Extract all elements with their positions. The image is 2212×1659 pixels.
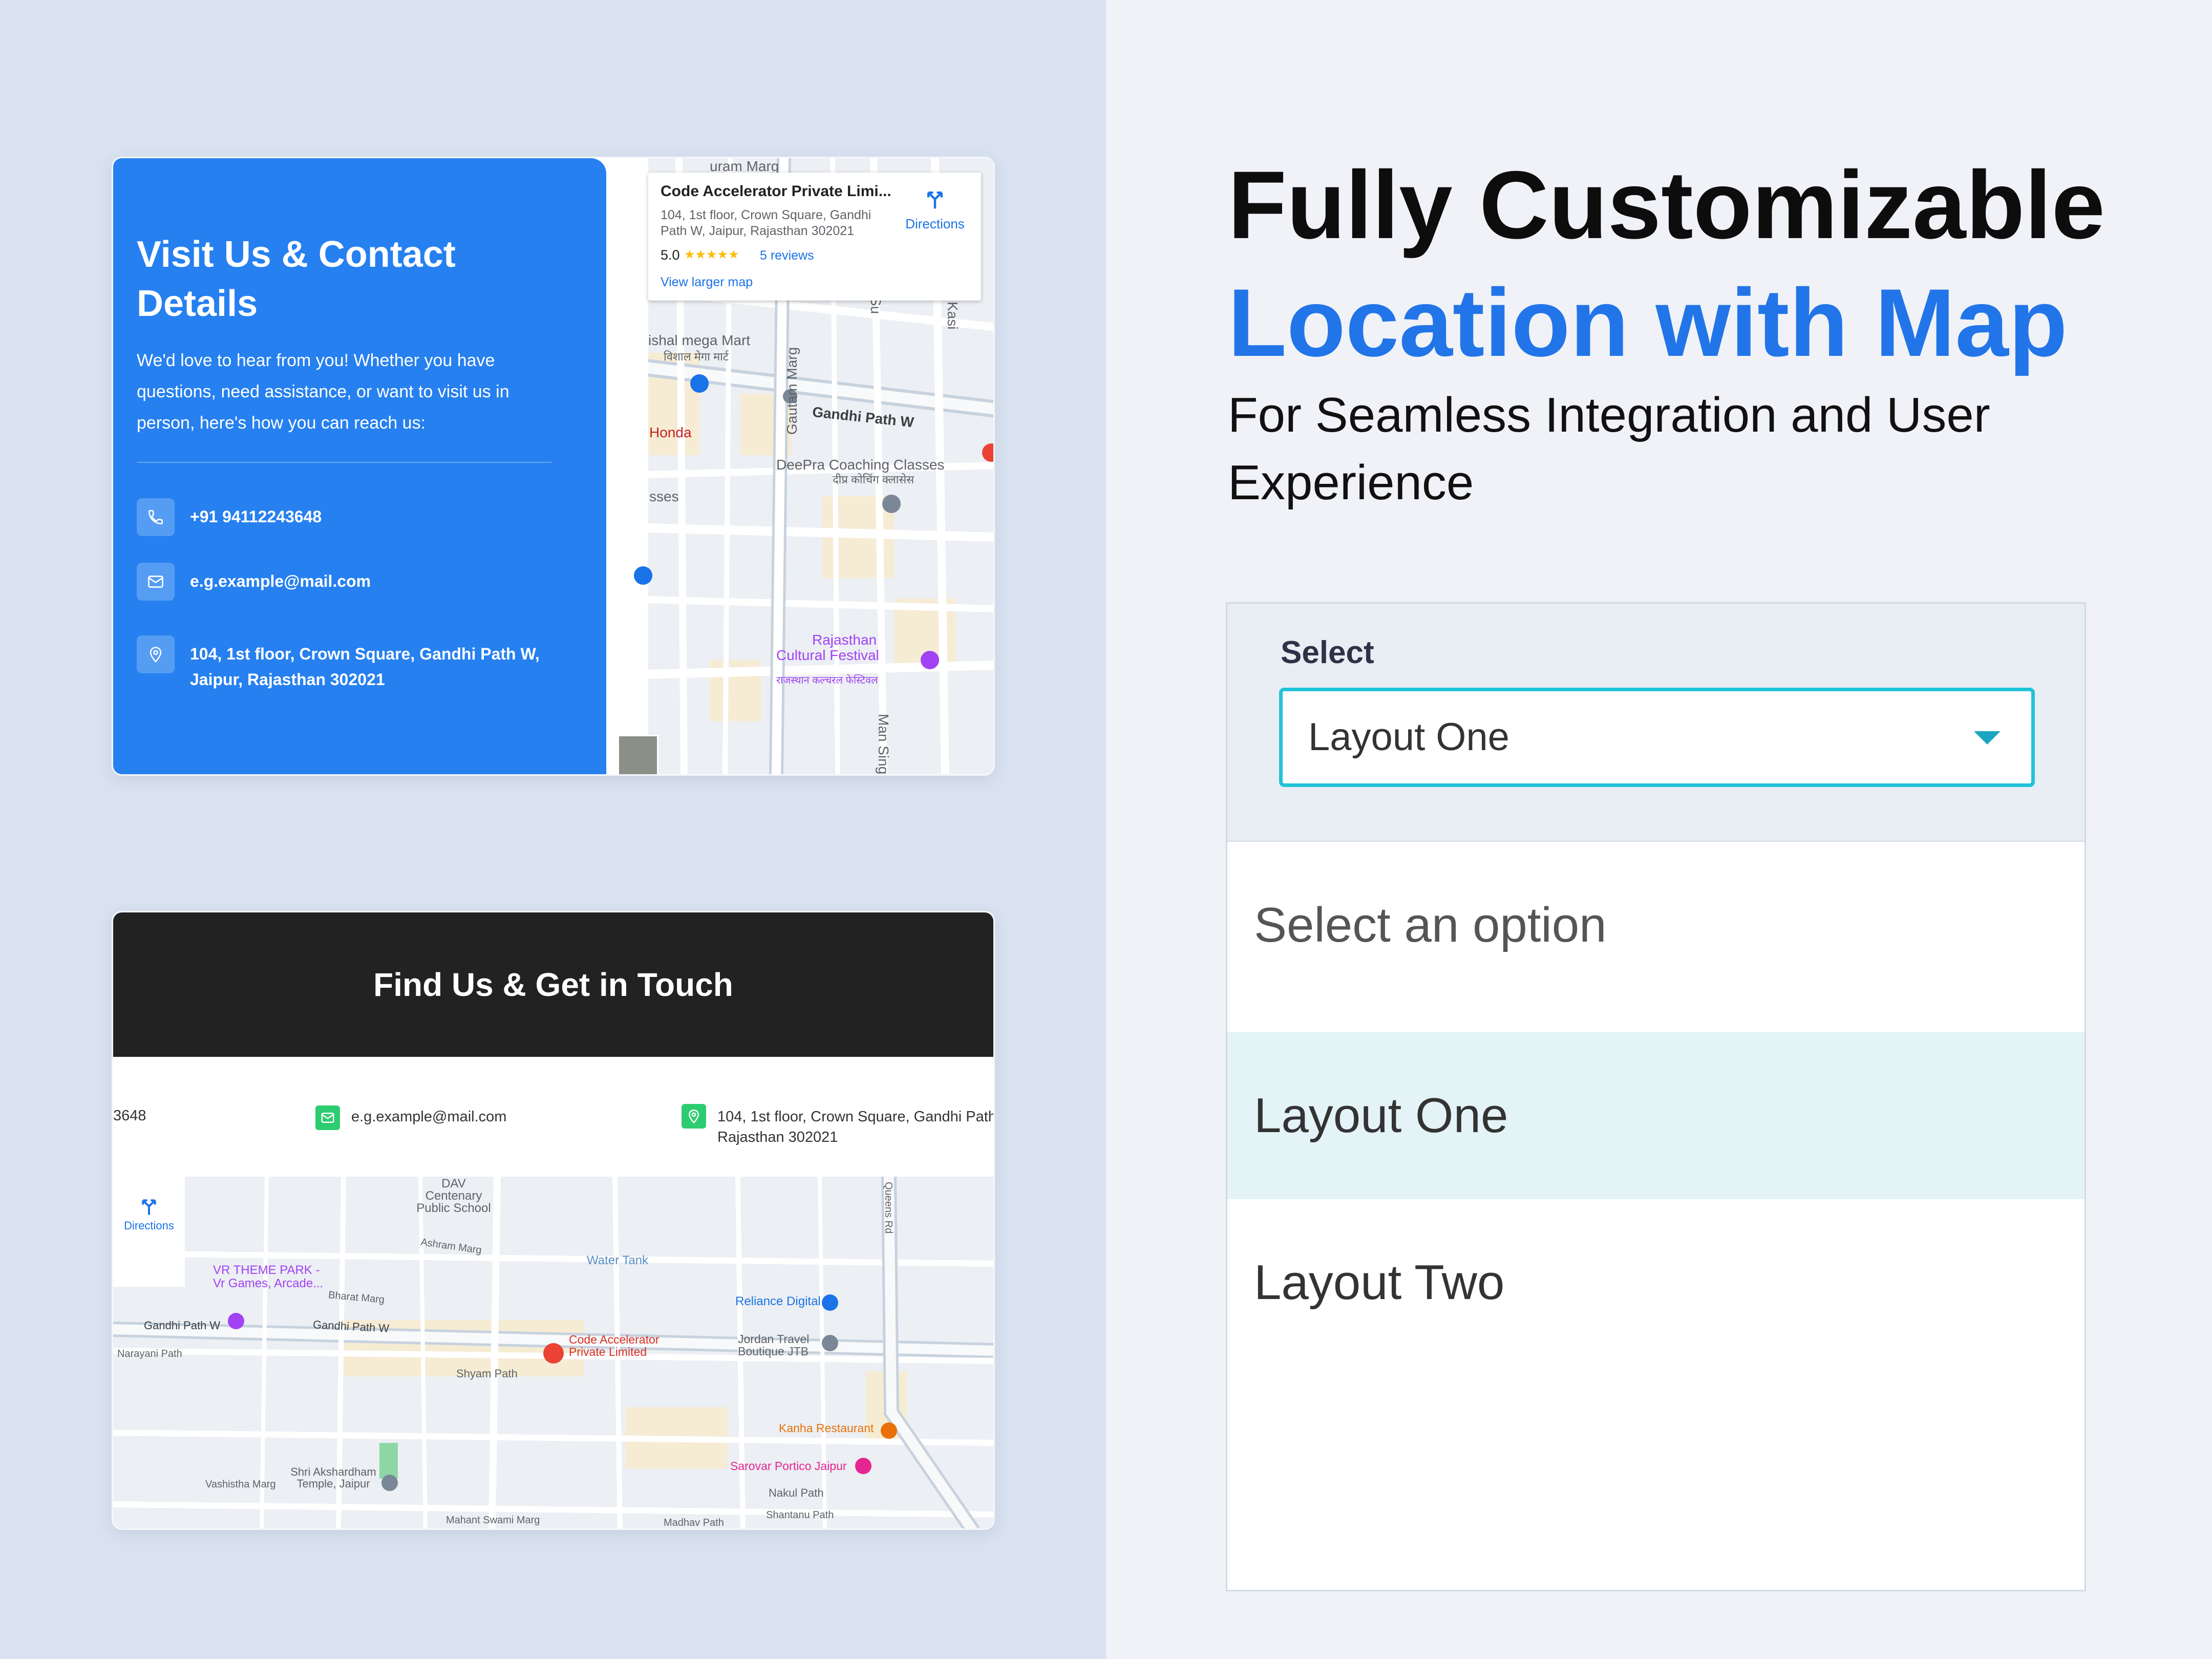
option-layout-two[interactable]: Layout Two: [1227, 1199, 2085, 1366]
map-label: विशाल मेगा मार्ट: [664, 350, 729, 363]
map-label: sses: [649, 488, 679, 504]
map-label: DAV Centenary Public School: [416, 1177, 491, 1215]
contact-address-line-1[interactable]: 104, 1st floor, Crown Square, Gandhi Pat…: [717, 1107, 993, 1127]
directions-label: Directions: [905, 216, 965, 231]
map-streets: [113, 1177, 993, 1528]
contact-email-row[interactable]: e.g.example@mail.com: [137, 563, 371, 601]
map-label: Cultural Festival: [776, 647, 879, 663]
reviews-link[interactable]: 5 reviews: [760, 248, 814, 263]
layout-two-preview: Find Us & Get in Touch 3648 e.g.example@…: [112, 911, 995, 1530]
layout-select[interactable]: Layout One: [1279, 688, 2035, 787]
contact-intro: We'd love to hear from you! Whether you …: [137, 351, 509, 433]
subheadline: For Seamless Integration and User Experi…: [1228, 388, 1990, 510]
place-name: Code Accelerator Private Limi...: [661, 183, 891, 200]
contact-email[interactable]: e.g.example@mail.com: [351, 1107, 506, 1127]
contact-panel: Visit Us & Contact Details We'd love to …: [113, 158, 606, 774]
map-label: Nakul Path: [769, 1486, 824, 1499]
directions-label: Directions: [124, 1219, 174, 1232]
divider: [137, 462, 551, 463]
map-label: Kanha Restaurant: [779, 1421, 874, 1435]
select-value: Layout One: [1308, 715, 1509, 759]
map-label: Shyam Path: [456, 1367, 518, 1380]
map-label: Gandhi Path W: [144, 1319, 221, 1332]
card-title: Find Us & Get in Touch: [373, 966, 733, 1003]
option-layout-one[interactable]: Layout One: [1227, 1032, 2085, 1199]
festival-marker-icon: [921, 651, 939, 669]
map-label: Water Tank: [587, 1253, 649, 1267]
map-place-card: Code Accelerator Private Limi... 104, 1s…: [648, 173, 981, 301]
lock-marker-icon: [634, 566, 652, 585]
shop-marker-icon: [822, 1294, 838, 1311]
map-label: DeePra Coaching Classes: [776, 457, 945, 473]
map-label: Gautam Marg: [784, 347, 800, 435]
map-label: Shantanu Path: [766, 1509, 834, 1521]
map-label: Sarovar Portico Jaipur: [730, 1459, 847, 1473]
restaurant-marker-icon: [881, 1422, 897, 1439]
map-label: Narayani Path: [117, 1348, 182, 1359]
satellite-toggle[interactable]: [618, 735, 658, 774]
map-label: Kasi: [945, 302, 961, 330]
contact-title: Visit Us & Contact Details: [137, 234, 456, 324]
address-line-2: Jaipur, Rajasthan 302021: [190, 670, 385, 689]
mail-icon: [137, 563, 175, 601]
map-label: Reliance Digital: [735, 1294, 821, 1308]
select-label: Select: [1281, 635, 1374, 670]
location-marker-icon: [543, 1343, 564, 1364]
place-rating: 5.0: [661, 247, 680, 263]
mail-icon: [315, 1105, 340, 1130]
map-label: Shri Akshardham Temple, Jaipur: [290, 1465, 376, 1490]
map-label: Queens Rd: [883, 1182, 894, 1234]
embedded-map[interactable]: ishal mega Mart विशाल मेगा मार्ट Gautam …: [607, 158, 993, 776]
headline: Fully Customizable: [1228, 151, 2105, 259]
card-header: Find Us & Get in Touch: [113, 912, 993, 1057]
map-label: Code Accelerator Private Limited: [569, 1333, 660, 1358]
directions-button[interactable]: Directions: [899, 188, 971, 232]
park-marker-icon: [228, 1313, 244, 1329]
map-label: Rajasthan: [812, 632, 877, 648]
contact-address-line-2: Rajasthan 302021: [717, 1129, 838, 1145]
map-label: Jordan Travel Boutique JTB: [738, 1332, 810, 1358]
layout-select-widget: Select Layout One Select an option Layou…: [1226, 602, 2086, 1591]
map-label: Honda: [649, 424, 692, 440]
select-header: Select Layout One: [1227, 604, 2085, 842]
layout-one-preview: Visit Us & Contact Details We'd love to …: [112, 157, 995, 776]
directions-icon: [927, 191, 943, 209]
left-panel: Visit Us & Contact Details We'd love to …: [0, 0, 1106, 1659]
contact-phone-row[interactable]: +91 94112243648: [137, 498, 322, 536]
directions-icon: [142, 1199, 156, 1215]
map-label: Mahant Swami Marg: [446, 1515, 540, 1526]
right-panel: Fully Customizable Location with Map For…: [1106, 0, 2212, 1659]
embedded-map[interactable]: Directions DAV Centenary Public School V…: [113, 1177, 993, 1528]
contact-address: 104, 1st floor, Crown Square, Gandhi Pat…: [190, 641, 540, 692]
map-label: Man Singh: [876, 714, 891, 776]
contact-address-row[interactable]: 104, 1st floor, Crown Square, Gandhi Pat…: [137, 635, 540, 692]
headline-accent: Location with Map: [1228, 269, 2068, 376]
map-label: राजस्थान कल्चरल फेस्टिवल: [776, 675, 878, 686]
contact-phone: +91 94112243648: [190, 507, 322, 526]
contact-phone[interactable]: 3648: [113, 1105, 146, 1126]
location-pin-icon: [682, 1104, 706, 1129]
location-pin-icon: [137, 635, 175, 673]
option-placeholder[interactable]: Select an option: [1227, 842, 2085, 1009]
hotel-marker-icon: [855, 1458, 871, 1474]
directions-button[interactable]: Directions: [113, 1177, 185, 1287]
rating-stars-icon: ★★★★★: [684, 248, 739, 262]
address-line-1: 104, 1st floor, Crown Square, Gandhi Pat…: [190, 645, 540, 663]
caret-down-icon: [1974, 731, 2001, 745]
map-label: Madhav Path: [664, 1517, 724, 1528]
phone-icon: [137, 498, 175, 536]
school-marker-icon: [882, 495, 901, 513]
contact-info-bar: 3648 e.g.example@mail.com 104, 1st floor…: [113, 1057, 993, 1177]
contact-email: e.g.example@mail.com: [190, 572, 371, 590]
map-label: Vashistha Marg: [205, 1479, 276, 1490]
view-larger-map-link[interactable]: View larger map: [661, 275, 753, 290]
shop-marker-icon: [690, 374, 709, 393]
map-label: ishal mega Mart: [648, 332, 751, 348]
map-label: VR THEME PARK - Vr Games, Arcade...: [213, 1263, 324, 1290]
map-label: दीप्र कोचिंग क्लासेस: [833, 473, 914, 486]
place-address: 104, 1st floor, Crown Square, Gandhi Pat…: [661, 208, 871, 238]
